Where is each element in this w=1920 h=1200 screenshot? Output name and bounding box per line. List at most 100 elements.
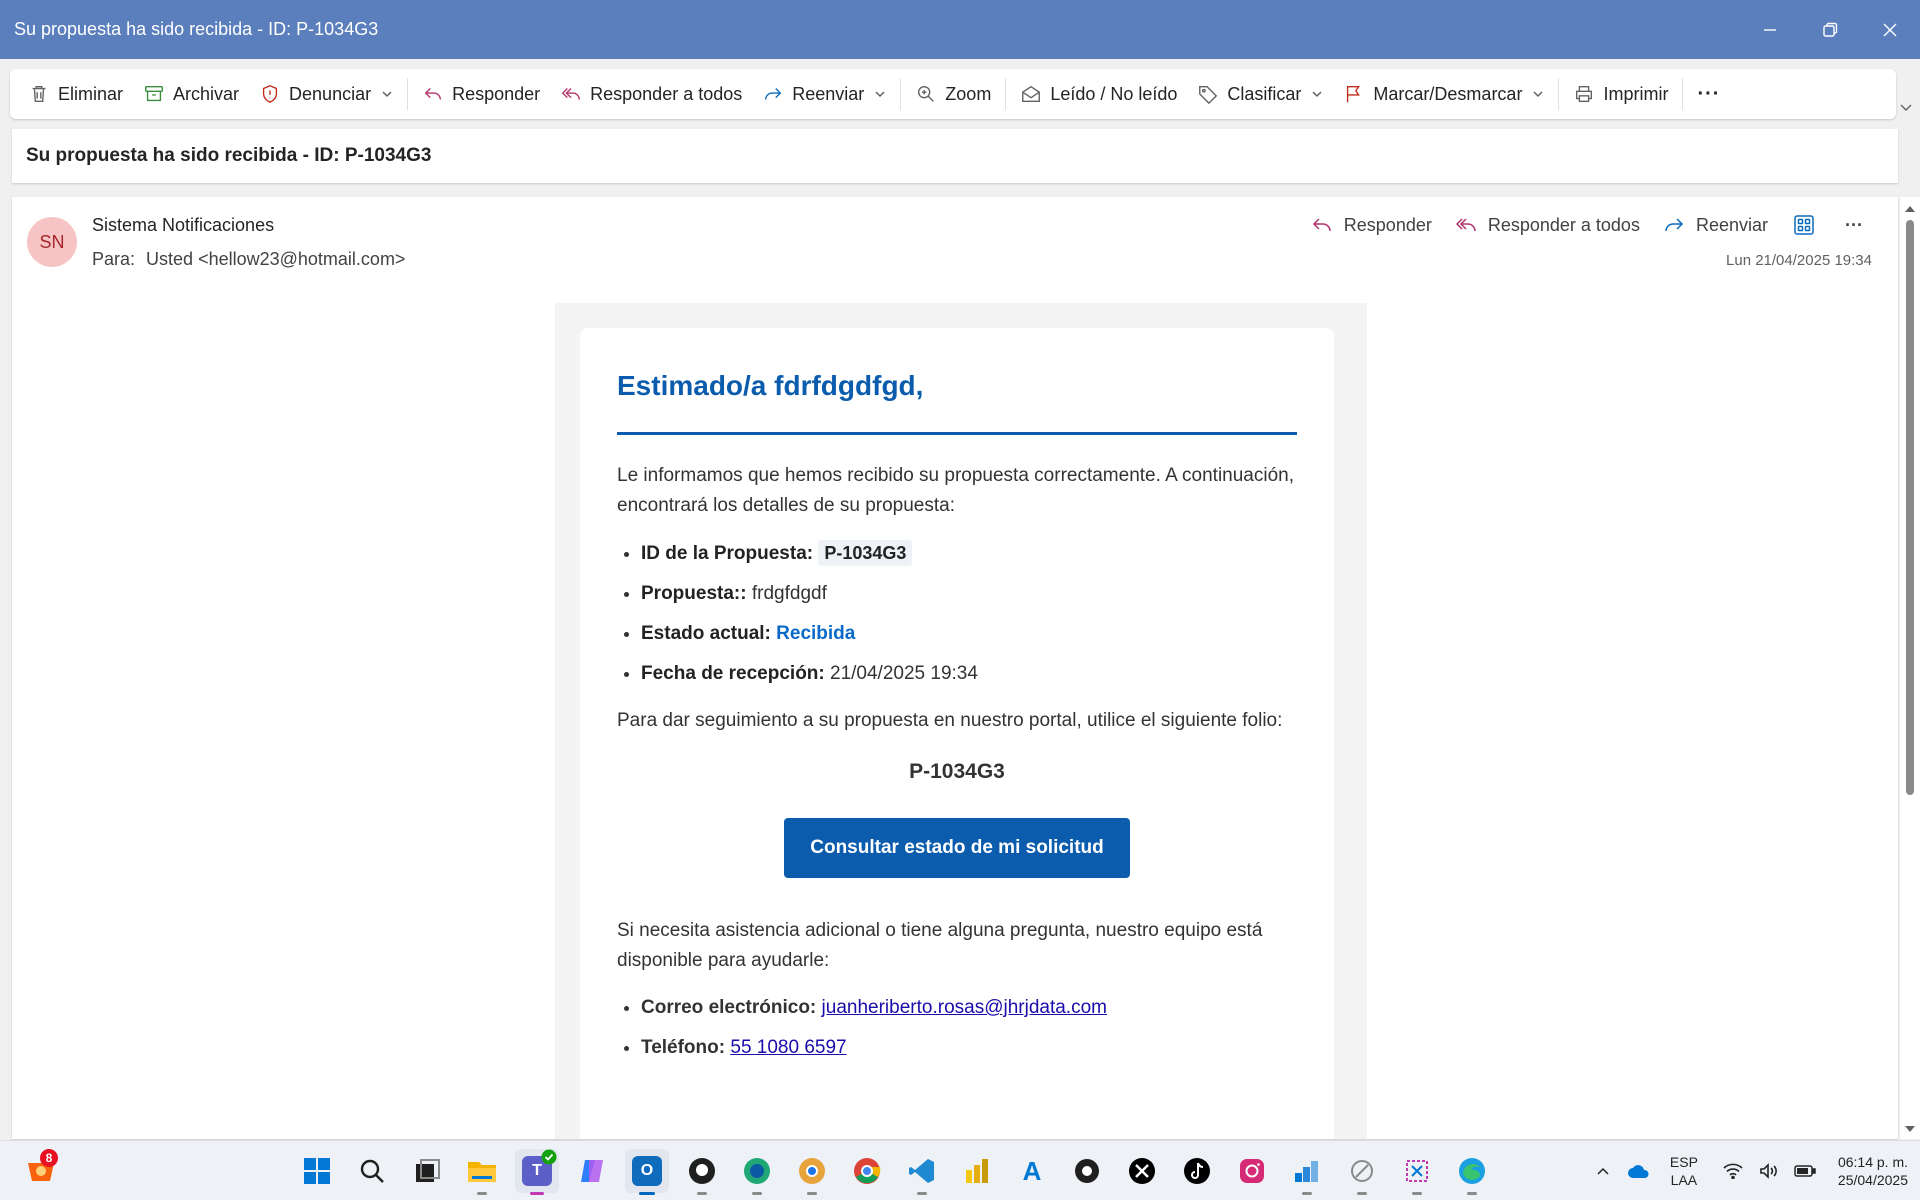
- envelope-open-icon: [1022, 85, 1041, 103]
- reply-button[interactable]: Responder: [412, 74, 550, 114]
- app-icon[interactable]: [1285, 1149, 1329, 1195]
- list-item: Teléfono: 55 1080 6597: [641, 1028, 1297, 1068]
- start-icon[interactable]: [295, 1149, 339, 1193]
- forward-button[interactable]: Reenviar: [752, 74, 896, 114]
- report-button[interactable]: Denunciar: [249, 74, 403, 114]
- message-reply-button[interactable]: Responder: [1310, 213, 1432, 237]
- status-badge: Recibida: [776, 623, 856, 644]
- chevron-down-icon[interactable]: [1311, 88, 1323, 100]
- reading-pane: SN Sistema Notificaciones Para: Usted <h…: [12, 197, 1898, 1139]
- x-icon[interactable]: [1120, 1149, 1164, 1193]
- forward-label: Reenviar: [792, 83, 865, 104]
- message-forward-button[interactable]: Reenviar: [1662, 213, 1768, 237]
- forward-icon: [765, 88, 782, 100]
- clock-time: 06:14 p. m.: [1837, 1154, 1908, 1170]
- battery-icon[interactable]: [1792, 1158, 1818, 1184]
- contact-list: Correo electrónico: juanheriberto.rosas@…: [617, 988, 1297, 1068]
- flag-button[interactable]: Marcar/Desmarcar: [1333, 74, 1554, 114]
- email-intro: Le informamos que hemos recibido su prop…: [617, 465, 1294, 516]
- more-icon: ···: [1697, 82, 1721, 105]
- app-icon[interactable]: [1065, 1149, 1109, 1193]
- chrome-icon[interactable]: [845, 1149, 889, 1193]
- expand-ribbon-icon[interactable]: [1898, 99, 1914, 115]
- zoom-button[interactable]: Zoom: [905, 74, 1001, 114]
- file-explorer-icon[interactable]: [460, 1149, 504, 1195]
- minimize-button[interactable]: [1740, 0, 1800, 59]
- categorize-label: Clasificar: [1227, 83, 1302, 104]
- greeting-divider: [617, 432, 1297, 435]
- ribbon-toolbar: Eliminar Archivar Denunciar Responder Re…: [10, 69, 1896, 119]
- print-button[interactable]: Imprimir: [1563, 74, 1678, 114]
- running-indicator: [807, 1192, 817, 1195]
- email-body-container: Estimado/a fdrfdgdfgd, Le informamos que…: [555, 303, 1367, 1139]
- toolbar-divider: [1005, 78, 1007, 110]
- vscode-icon[interactable]: [900, 1149, 944, 1195]
- cta-wrapper: Consultar estado de mi solicitud: [617, 818, 1297, 878]
- apps-grid-icon: [1794, 215, 1814, 235]
- chevron-down-icon[interactable]: [381, 88, 393, 100]
- folio-code: P-1034G3: [909, 760, 1005, 783]
- avatar[interactable]: SN: [27, 217, 77, 267]
- to-value[interactable]: Usted <hellow23@hotmail.com>: [146, 249, 405, 269]
- wifi-icon[interactable]: [1720, 1158, 1746, 1184]
- more-options-button[interactable]: ···: [1687, 74, 1730, 114]
- running-indicator: [1412, 1192, 1422, 1195]
- trash-icon: [32, 85, 46, 103]
- copilot-icon[interactable]: [570, 1149, 614, 1193]
- instagram-icon[interactable]: [1230, 1149, 1274, 1193]
- running-indicator: [752, 1192, 762, 1195]
- archive-label: Archivar: [173, 83, 240, 104]
- onedrive-icon[interactable]: [1626, 1158, 1652, 1184]
- system-tray: ESP LAA 06:14 p. m. 25/04/2025: [1580, 1141, 1908, 1200]
- contact-email-link[interactable]: juanheriberto.rosas@jhrjdata.com: [822, 997, 1107, 1018]
- archive-button[interactable]: Archivar: [133, 74, 249, 114]
- snipping-tool-icon[interactable]: [1395, 1149, 1439, 1195]
- task-view-icon[interactable]: [405, 1149, 449, 1193]
- check-status-button[interactable]: Consultar estado de mi solicitud: [784, 818, 1130, 878]
- edge-beta-icon[interactable]: [735, 1149, 779, 1195]
- sender-name[interactable]: Sistema Notificaciones: [92, 215, 274, 236]
- tiktok-icon[interactable]: [1175, 1149, 1219, 1193]
- edge-icon[interactable]: [1450, 1149, 1494, 1195]
- recipient-line: Para: Usted <hellow23@hotmail.com>: [92, 249, 405, 270]
- message-reply-all-button[interactable]: Responder a todos: [1454, 213, 1640, 237]
- message-forward-label: Reenviar: [1695, 214, 1768, 235]
- list-item: Fecha de recepción: 21/04/2025 19:34: [641, 654, 1297, 694]
- chevron-up-icon[interactable]: [1590, 1158, 1616, 1184]
- power-bi-icon[interactable]: [955, 1149, 999, 1193]
- chevron-down-icon[interactable]: [1532, 88, 1544, 100]
- forward-icon: [1665, 218, 1684, 232]
- chrome-canary-icon[interactable]: [790, 1149, 834, 1195]
- app-icon[interactable]: [1340, 1149, 1384, 1195]
- archive-icon: [145, 85, 163, 102]
- scroll-up-icon[interactable]: [1904, 204, 1916, 214]
- language-indicator[interactable]: ESP LAA: [1670, 1153, 1698, 1189]
- shield-report-icon: [262, 85, 278, 104]
- github-icon[interactable]: [680, 1149, 724, 1195]
- categorize-button[interactable]: Clasificar: [1187, 74, 1333, 114]
- read-unread-label: Leído / No leído: [1050, 83, 1178, 104]
- restore-button[interactable]: [1800, 0, 1860, 59]
- outlook-icon[interactable]: O: [625, 1149, 669, 1195]
- reply-all-button[interactable]: Responder a todos: [550, 74, 752, 114]
- running-indicator: [1302, 1192, 1312, 1195]
- close-icon: [1883, 23, 1897, 36]
- teams-icon[interactable]: T: [515, 1149, 559, 1195]
- apps-button[interactable]: [1790, 211, 1818, 239]
- list-item: Estado actual: Recibida: [641, 614, 1297, 654]
- reply-icon: [424, 88, 442, 100]
- chevron-down-icon[interactable]: [874, 88, 886, 100]
- azure-icon[interactable]: A: [1010, 1149, 1054, 1193]
- message-more-button[interactable]: ···: [1840, 211, 1868, 239]
- volume-icon[interactable]: [1756, 1158, 1782, 1184]
- scrollbar-thumb[interactable]: [1906, 220, 1914, 795]
- scroll-down-icon[interactable]: [1904, 1124, 1916, 1134]
- running-indicator: [530, 1192, 544, 1195]
- close-button[interactable]: [1860, 0, 1920, 59]
- search-icon[interactable]: [350, 1149, 394, 1193]
- read-unread-button[interactable]: Leído / No leído: [1010, 74, 1187, 114]
- contact-phone-link[interactable]: 55 1080 6597: [730, 1037, 846, 1058]
- delete-button[interactable]: Eliminar: [18, 74, 133, 114]
- clock[interactable]: 06:14 p. m. 25/04/2025: [1838, 1153, 1908, 1189]
- running-indicator: [917, 1192, 927, 1195]
